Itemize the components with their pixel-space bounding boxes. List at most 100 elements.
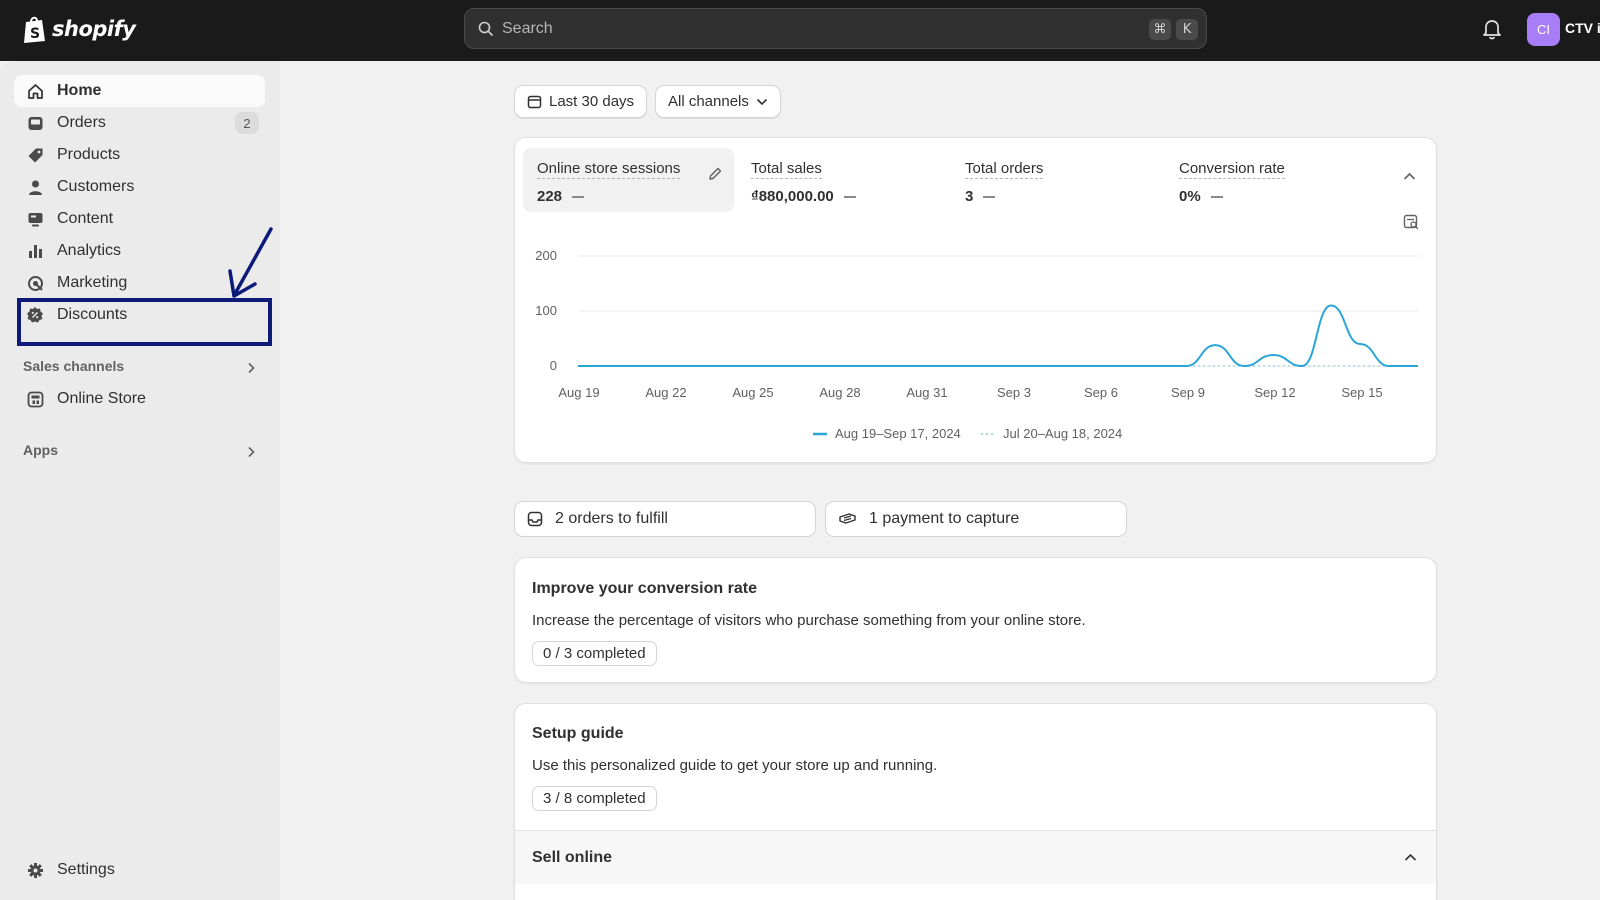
card-description: Increase the percentage of visitors who … [532,612,1086,629]
progress-badge[interactable]: 0 / 3 completed [532,641,657,666]
sidebar-item-label: Online Store [57,390,146,407]
orders-icon [26,114,44,132]
sidebar-item-home[interactable]: Home [14,75,265,107]
x-tick-label: Aug 31 [906,385,948,400]
apps-heading[interactable]: Apps [23,442,58,458]
trend-dash-icon [843,195,856,198]
section-label: Sell online [532,848,613,866]
chevron-up-icon[interactable] [1404,853,1417,862]
metric-label: Total orders [965,160,1044,179]
card-title: Improve your conversion rate [532,580,757,597]
sidebar-item-products[interactable]: Products [14,139,265,171]
shortcut-key-k: K [1176,19,1198,40]
metric-value: 0% [1179,188,1201,205]
x-tick-label: Aug 25 [732,385,774,400]
trend-dash-icon [983,195,996,198]
metric-value: 3 [965,188,974,205]
discounts-highlight-annotation [17,298,272,346]
chevron-up-icon[interactable] [1403,172,1416,181]
x-tick-label: Sep 9 [1171,385,1205,400]
legend-previous-period[interactable]: Jul 20–Aug 18, 2024 [980,426,1122,441]
analytics-card: Online store sessions 228 Total sales ₫8… [514,137,1437,463]
tag-icon [26,146,44,164]
sidebar-item-customers[interactable]: Customers [14,171,265,203]
search-input[interactable] [502,19,1102,38]
sidebar-item-label: Products [57,146,121,163]
chevron-down-icon [756,98,767,105]
sidebar-item-label: Marketing [57,274,128,291]
bar-chart-icon [26,242,44,260]
x-tick-label: Aug 28 [819,385,861,400]
inbox-icon [527,511,543,527]
x-tick-label: Aug 22 [645,385,687,400]
sidebar-item-label: Content [57,210,114,227]
sidebar: Home Orders 2 Products Customers Content… [0,61,280,900]
calendar-icon [527,95,542,109]
chevron-right-icon[interactable] [247,446,255,458]
metric-label: Conversion rate [1179,160,1285,179]
sell-online-section-header[interactable]: Sell online [515,830,1436,884]
store-name[interactable]: CTV i [1565,20,1600,36]
sidebar-item-orders[interactable]: Orders 2 [14,107,265,139]
annotation-arrow-icon [228,227,273,298]
task-label: 2 orders to fulfill [555,510,668,527]
x-tick-label: Aug 19 [558,385,600,400]
card-title: Setup guide [532,725,624,742]
conversion-rate-card: Improve your conversion rate Increase th… [514,557,1437,683]
date-range-button[interactable]: Last 30 days [514,85,648,118]
trend-dash-icon [572,195,585,198]
metric-total-orders[interactable]: Total orders 3 [951,148,1162,212]
shopify-logo[interactable]: S shopify [22,14,136,44]
chevron-right-icon[interactable] [247,362,255,374]
search-icon [478,21,494,36]
y-tick-label: 0 [549,358,557,373]
legend-solid-line-icon [813,432,827,435]
chart-view-icon[interactable] [1403,214,1419,230]
orders-to-fulfill-button[interactable]: 2 orders to fulfill [514,501,816,537]
sidebar-item-label: Settings [57,861,115,878]
home-icon [26,82,44,100]
shopify-bag-icon: S [24,16,45,43]
sidebar-item-online-store[interactable]: Online Store [14,383,265,415]
sidebar-item-label: Home [57,82,102,99]
x-tick-label: Sep 12 [1254,385,1296,400]
metric-label: Total sales [751,160,822,179]
metric-online-store-sessions[interactable]: Online store sessions 228 [523,148,734,212]
shortcut-key-cmd: ⌘ [1149,19,1171,40]
sidebar-item-settings[interactable]: Settings [14,854,265,886]
payment-to-capture-button[interactable]: 1 payment to capture [825,501,1127,537]
metric-value: ₫880,000.00 [751,188,834,205]
person-icon [26,178,44,196]
metric-conversion-rate[interactable]: Conversion rate 0% [1165,148,1376,212]
channels-dropdown[interactable]: All channels [655,85,781,118]
target-icon [26,274,44,292]
search-bar[interactable]: ⌘ K [464,8,1207,49]
pencil-icon[interactable] [707,166,723,182]
legend-current-period[interactable]: Aug 19–Sep 17, 2024 [812,426,961,441]
metric-value: 228 [537,188,563,205]
card-description: Use this personalized guide to get your … [532,757,938,774]
gear-icon [26,861,44,879]
svg-text:S: S [30,26,40,42]
online-store-icon [26,390,44,408]
cash-icon [839,513,856,524]
progress-badge[interactable]: 3 / 8 completed [532,786,657,811]
legend-dotted-line-icon [981,432,995,435]
metric-total-sales[interactable]: Total sales ₫880,000.00 [737,148,948,212]
metric-label: Online store sessions [537,160,681,179]
account-avatar[interactable]: CI [1527,13,1560,46]
task-label: 1 payment to capture [869,510,1020,527]
legend-label: Jul 20–Aug 18, 2024 [1003,426,1123,441]
logo-wordmark: shopify [52,17,136,41]
content-icon [26,210,44,228]
trend-dash-icon [1210,195,1223,198]
sidebar-item-label: Orders [57,114,106,131]
sales-channels-heading[interactable]: Sales channels [23,358,124,374]
notification-bell-icon[interactable] [1482,18,1502,40]
x-tick-label: Sep 15 [1341,385,1383,400]
date-range-label: Last 30 days [549,93,635,110]
search-shortcut: ⌘ K [1149,19,1198,40]
sidebar-item-label: Customers [57,178,135,195]
y-tick-label: 100 [535,303,557,318]
channels-label: All channels [668,93,749,110]
